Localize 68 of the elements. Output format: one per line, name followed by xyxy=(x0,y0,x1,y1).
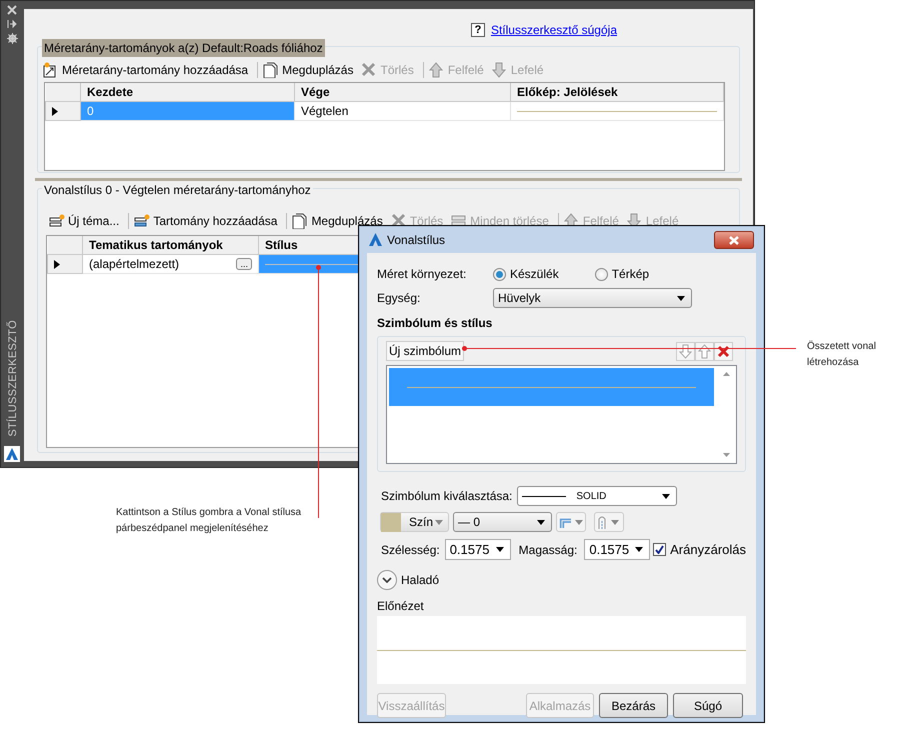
arrow-down-icon xyxy=(492,62,508,78)
close-button[interactable] xyxy=(714,230,754,248)
close-icon xyxy=(729,236,739,245)
radio-option[interactable]: Készülék xyxy=(493,265,559,283)
column-header: Tematikus tartományok xyxy=(82,236,258,254)
section-title: Szimbólum és stílus xyxy=(377,315,494,332)
cap-icon xyxy=(597,515,607,529)
field-label: Magasság: xyxy=(518,542,578,558)
toolbar-button[interactable]: Megduplázás xyxy=(261,60,360,78)
symbol-dropdown[interactable]: SOLID xyxy=(517,486,678,506)
toolbar-button[interactable]: Tartomány hozzáadása xyxy=(132,212,284,230)
cap-style-button[interactable] xyxy=(594,512,624,532)
height-field[interactable]: 0.1575 xyxy=(584,539,650,560)
callout-text: Kattintson a Stílus gombra a Vonal stílusa párbeszédpanel megjelenítéséhez xyxy=(116,506,302,536)
field-label: Szélesség: xyxy=(381,542,440,558)
pin-icon xyxy=(7,19,17,29)
unit-dropdown[interactable]: Hüvelyk xyxy=(493,288,692,308)
logo-icon xyxy=(369,233,382,246)
toolbar-button[interactable]: Méretarány-tartomány hozzáadása xyxy=(41,60,254,78)
section-label: Haladó xyxy=(401,572,440,589)
palette-title: STÍLUSSZERKESZTŐ xyxy=(6,320,20,437)
column-header: Kezdete xyxy=(80,83,294,102)
new-symbol-button[interactable]: Új szimbólum xyxy=(386,341,464,361)
browse-button[interactable]: ... xyxy=(236,258,252,270)
help-icon[interactable]: ? xyxy=(470,23,485,37)
chevron-down-icon xyxy=(382,577,392,583)
delete-icon xyxy=(361,62,378,78)
duplicate-icon xyxy=(292,213,308,229)
toolbar-button[interactable]: Megduplázás xyxy=(290,212,389,230)
join-style-button[interactable] xyxy=(556,512,586,532)
width-field[interactable]: 0.1575 xyxy=(444,539,511,560)
radio-option[interactable]: Térkép xyxy=(594,265,650,283)
scroll-down-icon xyxy=(722,453,730,457)
table-cell: Végtelen xyxy=(294,102,510,120)
expand-button[interactable] xyxy=(377,570,397,590)
help-link[interactable]: Stílusszerkesztő súgója xyxy=(490,21,617,39)
new-theme-icon xyxy=(49,213,65,229)
table-cell-text: (alapértelmezett) xyxy=(89,256,180,273)
logo-icon xyxy=(4,446,20,462)
table-cell: 0 xyxy=(80,102,294,120)
close-icon xyxy=(7,5,17,15)
column-header: Előkép: Jelölések xyxy=(510,83,724,102)
field-label: Egység: xyxy=(377,290,422,307)
arrow-up-icon xyxy=(428,62,445,78)
settings-icon xyxy=(6,33,18,44)
column-header: Vége xyxy=(294,83,510,102)
field-label: Méret környezet: xyxy=(377,266,468,283)
dialog-button[interactable]: Súgó xyxy=(673,693,743,718)
field-label: Szimbólum kiválasztása: xyxy=(381,488,512,505)
add-range-icon xyxy=(134,213,150,229)
move-up-button[interactable] xyxy=(695,342,714,360)
group-title: Méretarány-tartományok a(z) Default:Roads fóliához xyxy=(42,39,325,57)
callout-text: Összetett vonal létrehozása xyxy=(807,340,877,370)
checkbox[interactable]: Arányzárolás xyxy=(653,540,746,560)
move-down-button[interactable] xyxy=(676,342,695,360)
section-label: Előnézet xyxy=(377,598,425,615)
toolbar-button[interactable]: Új téma... xyxy=(47,212,126,230)
arrow-down-icon xyxy=(679,344,692,358)
checkmark-icon xyxy=(655,545,664,554)
scroll-up-icon xyxy=(722,372,730,376)
duplicate-icon xyxy=(263,62,280,78)
arrow-up-icon xyxy=(698,344,711,358)
lineweight-dropdown[interactable]: — 0 xyxy=(453,512,552,532)
dialog-button[interactable]: Bezárás xyxy=(599,693,668,718)
table-cell[interactable] xyxy=(510,102,724,120)
delete-button[interactable] xyxy=(714,342,733,360)
color-dropdown[interactable]: Szín xyxy=(380,512,449,532)
delete-icon xyxy=(717,344,730,358)
